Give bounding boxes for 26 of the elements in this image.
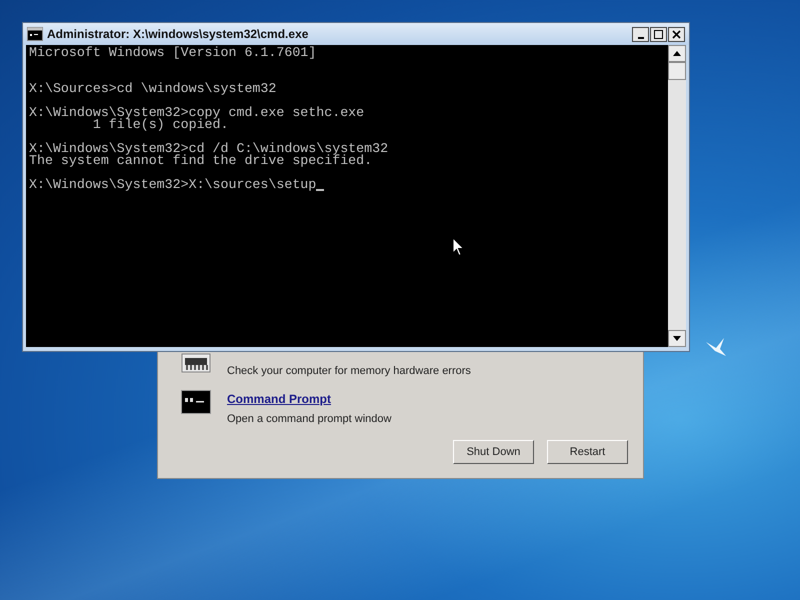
console-app-icon bbox=[27, 27, 43, 41]
minimize-button[interactable] bbox=[632, 26, 649, 42]
console-line: X:\Sources>cd \windows\system32 bbox=[29, 83, 276, 95]
minimize-icon bbox=[638, 36, 644, 38]
window-title: Administrator: X:\windows\system32\cmd.exe bbox=[47, 26, 310, 43]
text-cursor bbox=[316, 189, 324, 191]
console-line: X:\Windows\System32>copy cmd.exe sethc.exe bbox=[29, 107, 364, 119]
console-line: X:\Windows\System32>cd /d C:\windows\system32 bbox=[29, 143, 388, 155]
option-description: Check your computer for memory hardware errors bbox=[227, 364, 471, 379]
close-icon bbox=[672, 30, 681, 38]
scroll-up-icon[interactable] bbox=[668, 45, 686, 62]
maximize-icon bbox=[654, 30, 663, 38]
dialog-button[interactable]: Shut Down bbox=[453, 440, 534, 464]
console-line: X:\Windows\System32>X:\sources\setup bbox=[29, 179, 316, 191]
option-description: Open a command prompt window bbox=[227, 412, 392, 426]
console-line: 1 file(s) copied. bbox=[92, 119, 228, 131]
command-prompt-link[interactable]: Command Prompt bbox=[227, 390, 392, 408]
command-prompt-icon bbox=[181, 390, 211, 414]
close-button[interactable] bbox=[668, 26, 685, 42]
mouse-pointer-icon bbox=[452, 237, 465, 257]
console-line: Microsoft Windows [Version 6.1.7601] bbox=[29, 47, 316, 59]
scroll-thumb[interactable] bbox=[668, 62, 686, 80]
dialog-button[interactable]: Restart bbox=[547, 440, 628, 464]
scroll-down-icon[interactable] bbox=[668, 330, 686, 347]
maximize-button[interactable] bbox=[650, 26, 667, 42]
console-line: The system cannot find the drive specified. bbox=[29, 155, 372, 167]
